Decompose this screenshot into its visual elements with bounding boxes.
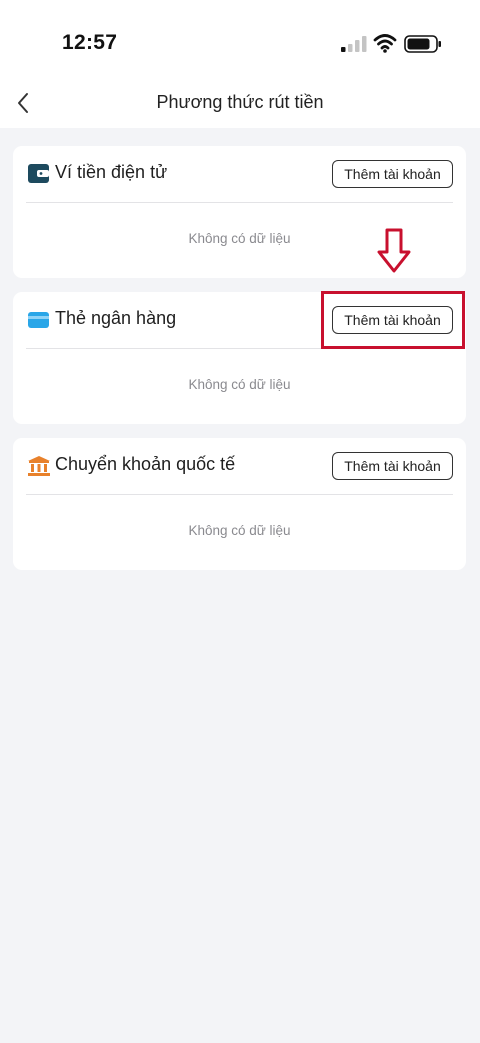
status-time: 12:57: [62, 31, 118, 54]
divider: [26, 202, 453, 203]
bank-building-icon: [28, 456, 50, 476]
page-title: Phương thức rút tiền: [156, 92, 324, 112]
header-area: 12:57 Phương thức rút tiền: [0, 0, 480, 128]
add-account-button[interactable]: Thêm tài khoản: [332, 452, 453, 480]
card-header: Ví tiền điện tử Thêm tài khoản: [13, 146, 466, 202]
status-bar: 12:57: [0, 0, 480, 80]
nav-bar: Phương thức rút tiền: [0, 80, 480, 128]
international-transfer-card: Chuyển khoản quốc tế Thêm tài khoản Khôn…: [13, 438, 466, 570]
card-title: Ví tiền điện tử: [55, 162, 168, 182]
card-header: Chuyển khoản quốc tế Thêm tài khoản: [13, 438, 466, 494]
card-title: Thẻ ngân hàng: [55, 308, 177, 328]
add-account-button[interactable]: Thêm tài khoản: [332, 160, 453, 188]
empty-state-text: Không có dữ liệu: [188, 377, 291, 392]
card-title: Chuyển khoản quốc tế: [55, 454, 236, 474]
down-arrow-icon: [377, 228, 411, 273]
wallet-icon: [28, 164, 49, 183]
battery-icon: [404, 35, 441, 53]
cellular-signal-icon: [341, 36, 367, 52]
wifi-icon: [373, 34, 397, 53]
bank-card-icon: [28, 312, 49, 328]
highlight-box: [321, 291, 465, 349]
empty-state-text: Không có dữ liệu: [188, 523, 291, 538]
divider: [26, 494, 453, 495]
